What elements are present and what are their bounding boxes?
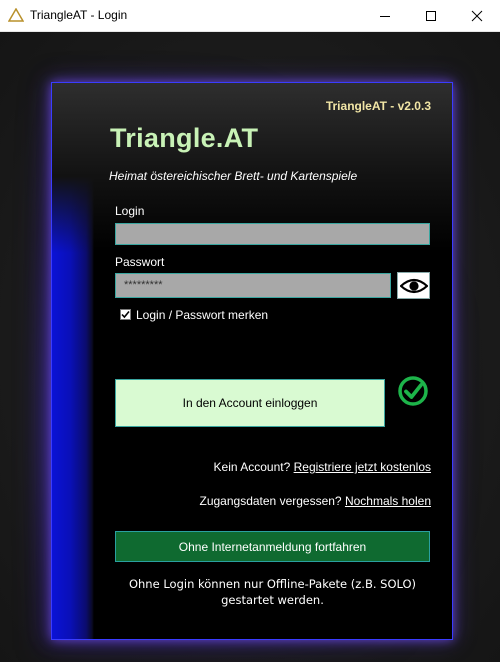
register-link[interactable]: Registriere jetzt kostenlos [294, 460, 431, 474]
recover-link[interactable]: Nochmals holen [345, 494, 431, 508]
login-panel: TriangleAT - v2.0.3 Triangle.AT Heimat ö… [51, 82, 453, 640]
password-label: Passwort [115, 255, 165, 269]
close-button[interactable] [454, 0, 500, 31]
offline-button-label: Ohne Internetanmeldung fortfahren [178, 539, 367, 554]
login-button-label: In den Account einloggen [182, 396, 318, 410]
offline-note-line2: gestartet werden. [221, 593, 324, 607]
eye-icon [399, 278, 428, 293]
minimize-button[interactable] [362, 0, 408, 31]
window-title-bar[interactable]: TriangleAT - Login [0, 0, 500, 32]
window-title: TriangleAT - Login [30, 8, 128, 22]
login-button[interactable]: In den Account einloggen [115, 379, 385, 427]
login-input[interactable] [115, 223, 430, 245]
login-label: Login [115, 204, 145, 218]
minimize-icon [380, 15, 390, 17]
forgot-line: Zugangsdaten vergessen? Nochmals holen [200, 494, 432, 508]
version-label: TriangleAT - v2.0.3 [325, 99, 431, 113]
check-circle-icon [398, 376, 428, 406]
close-icon [471, 10, 483, 21]
forgot-text: Zugangsdaten vergessen? [199, 494, 342, 508]
brand-title: Triangle.AT [110, 123, 259, 153]
maximize-icon [426, 10, 436, 21]
show-password-button[interactable] [397, 272, 430, 299]
tagline: Heimat östereichischer Brett- und Karten… [109, 169, 358, 183]
no-account-text: Kein Account? [213, 460, 291, 474]
offline-continue-button[interactable]: Ohne Internetanmeldung fortfahren [115, 531, 430, 562]
maximize-button[interactable] [408, 0, 454, 31]
offline-note: Ohne Login können nur Offline-Pakete (z.… [115, 576, 430, 608]
remember-checkbox[interactable] [120, 309, 131, 320]
password-input[interactable]: ********* [115, 273, 391, 298]
triangle-app-icon [8, 8, 24, 22]
checkmark-icon [121, 310, 130, 319]
remember-label: Login / Passwort merken [136, 308, 269, 322]
offline-note-line1: Ohne Login können nur Offline-Pakete (z.… [128, 577, 417, 591]
register-line: Kein Account? Registriere jetzt kostenlo… [214, 460, 431, 474]
